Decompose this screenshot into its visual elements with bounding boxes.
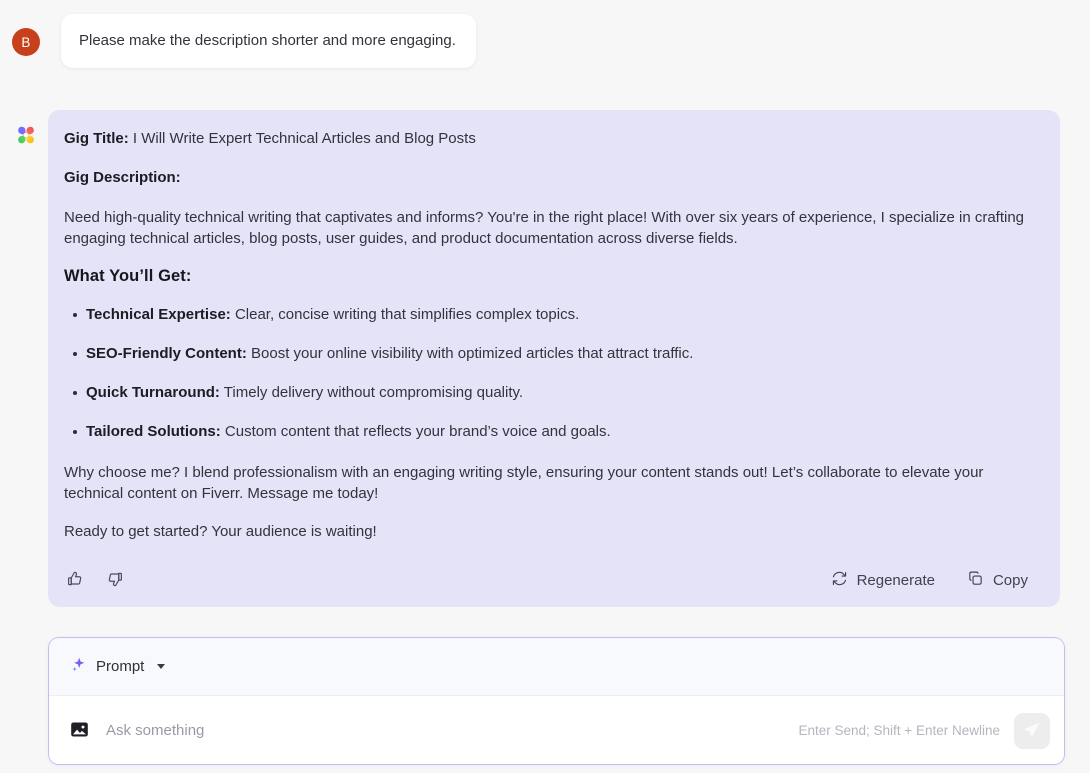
sparkle-icon (70, 656, 87, 677)
assistant-message-bubble: Gig Title: I Will Write Expert Technical… (48, 110, 1060, 607)
send-paper-plane-icon (1023, 720, 1042, 742)
thumbs-down-button[interactable] (104, 568, 126, 593)
list-item-text: Clear, concise writing that simplifies c… (231, 306, 579, 323)
composer-input-row: Enter Send; Shift + Enter Newline (49, 696, 1064, 765)
user-message-row: B Please make the description shorter an… (0, 14, 1090, 68)
chevron-down-icon (157, 664, 165, 669)
list-item-text: Boost your online visibility with optimi… (247, 345, 694, 362)
thumbs-down-icon (106, 570, 124, 591)
copy-label: Copy (993, 572, 1028, 589)
list-item: Quick Turnaround: Timely delivery withou… (64, 382, 1032, 403)
regenerate-button[interactable]: Regenerate (829, 568, 937, 593)
ready-paragraph: Ready to get started? Your audience is w… (64, 521, 1032, 542)
intro-paragraph: Need high-quality technical writing that… (64, 207, 1032, 249)
list-item-text: Timely delivery without compromising qua… (220, 384, 523, 401)
image-icon (69, 719, 90, 743)
list-item-label: Quick Turnaround: (86, 384, 220, 401)
user-message-bubble: Please make the description shorter and … (61, 14, 476, 68)
copy-icon (967, 570, 984, 591)
list-item: Tailored Solutions: Custom content that … (64, 421, 1032, 442)
avatar: B (12, 28, 40, 56)
gig-title-label: Gig Title: (64, 130, 129, 147)
prompt-mode-label: Prompt (96, 658, 144, 675)
list-item: Technical Expertise: Clear, concise writ… (64, 304, 1032, 325)
why-choose-paragraph: Why choose me? I blend professionalism w… (64, 462, 1030, 504)
gig-description-label: Gig Description: (64, 169, 1032, 186)
regenerate-label: Regenerate (857, 572, 935, 589)
assistant-message-row: Gig Title: I Will Write Expert Technical… (0, 110, 1090, 607)
list-item-label: Tailored Solutions: (86, 423, 221, 440)
message-action-bar: Regenerate Copy (64, 568, 1032, 593)
clover-sparkle-icon (15, 124, 37, 146)
search-input[interactable] (106, 716, 799, 746)
list-item: SEO-Friendly Content: Boost your online … (64, 343, 1032, 364)
thumbs-up-icon (66, 570, 84, 591)
copy-button[interactable]: Copy (965, 568, 1030, 593)
composer-header: Prompt (49, 638, 1064, 696)
list-item-label: SEO-Friendly Content: (86, 345, 247, 362)
list-item-text: Custom content that reflects your brand’… (221, 423, 611, 440)
attach-image-button[interactable] (69, 719, 90, 743)
gig-title-value: I Will Write Expert Technical Articles a… (129, 130, 476, 147)
thumbs-up-button[interactable] (64, 568, 86, 593)
keyboard-hint: Enter Send; Shift + Enter Newline (799, 723, 1001, 738)
list-item-label: Technical Expertise: (86, 306, 231, 323)
refresh-icon (831, 570, 848, 591)
what-youll-get-heading: What You’ll Get: (64, 267, 1032, 286)
benefits-list: Technical Expertise: Clear, concise writ… (64, 304, 1032, 442)
composer: Prompt Enter Send; Shift + Enter Newline (48, 637, 1065, 765)
gig-title-line: Gig Title: I Will Write Expert Technical… (64, 128, 1032, 149)
send-button[interactable] (1014, 713, 1050, 749)
prompt-mode-selector[interactable]: Prompt (68, 653, 167, 680)
